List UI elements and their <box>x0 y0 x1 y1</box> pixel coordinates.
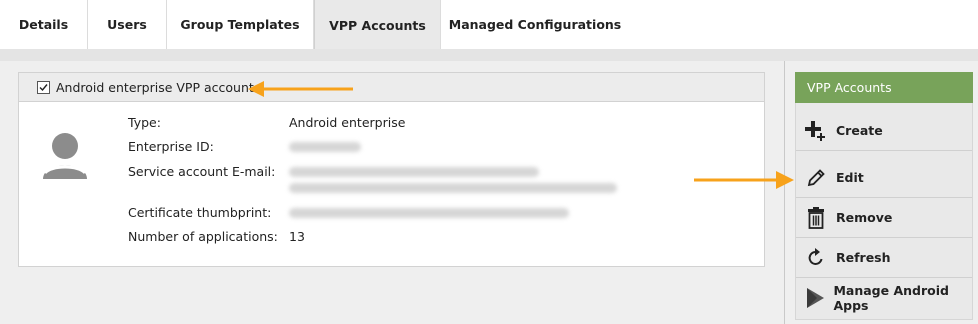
number-of-applications-value: 13 <box>289 229 305 244</box>
number-of-applications-label: Number of applications: <box>128 229 278 244</box>
plus-icon <box>804 119 828 143</box>
refresh-icon <box>804 246 828 270</box>
tab-group-templates[interactable]: Group Templates <box>167 0 314 49</box>
refresh-label: Refresh <box>836 250 891 265</box>
tab-users[interactable]: Users <box>88 0 167 49</box>
tab-users-label: Users <box>107 17 147 32</box>
type-value: Android enterprise <box>289 115 406 130</box>
tab-strip <box>0 49 978 61</box>
trash-icon <box>804 206 828 230</box>
certificate-thumbprint-label: Certificate thumbprint: <box>128 205 272 220</box>
tab-details-label: Details <box>18 17 69 32</box>
tab-group-templates-label: Group Templates <box>180 17 300 32</box>
service-email-value-redacted-line2 <box>289 183 617 193</box>
sidebar-header: VPP Accounts <box>795 72 973 103</box>
annotation-arrow-right-icon <box>694 171 794 189</box>
enterprise-id-label: Enterprise ID: <box>128 139 214 154</box>
vpp-account-title: Android enterprise VPP account <box>56 79 254 95</box>
sidebar-actions: Create Edit Remove Refresh Manage Androi… <box>795 103 973 320</box>
sidebar-title: VPP Accounts <box>807 80 892 95</box>
tab-details[interactable]: Details <box>0 0 88 49</box>
tab-vpp-accounts-label: VPP Accounts <box>329 17 426 33</box>
tab-managed-configurations-label: Managed Configurations <box>448 17 622 32</box>
remove-button[interactable]: Remove <box>796 198 972 238</box>
refresh-button[interactable]: Refresh <box>796 238 972 278</box>
pencil-icon <box>804 166 828 190</box>
create-button[interactable]: Create <box>796 111 972 151</box>
tab-vpp-accounts[interactable]: VPP Accounts <box>314 0 441 50</box>
vpp-account-panel: Android enterprise VPP account Type: And… <box>18 72 765 267</box>
manage-android-apps-label: Manage Android Apps <box>833 283 949 313</box>
enterprise-id-value-redacted <box>289 142 361 152</box>
play-store-icon <box>804 286 825 310</box>
user-avatar-icon <box>43 133 87 179</box>
tab-managed-configurations[interactable]: Managed Configurations <box>441 0 629 49</box>
edit-button[interactable]: Edit <box>796 158 972 198</box>
remove-label: Remove <box>836 210 893 225</box>
certificate-thumbprint-value-redacted <box>289 208 569 218</box>
vpp-account-header: Android enterprise VPP account <box>19 73 764 102</box>
type-label: Type: <box>128 115 161 130</box>
vertical-divider <box>784 61 785 324</box>
annotation-arrow-left-icon <box>248 81 353 97</box>
manage-android-apps-button[interactable]: Manage Android Apps <box>796 278 972 318</box>
checkmark-icon <box>39 83 48 91</box>
create-label: Create <box>836 123 883 138</box>
tab-bar: Details Users Group Templates VPP Accoun… <box>0 0 978 50</box>
vpp-account-checkbox[interactable] <box>37 80 50 94</box>
service-email-label: Service account E-mail: <box>128 164 276 179</box>
service-email-value-redacted <box>289 167 539 177</box>
edit-label: Edit <box>836 170 864 185</box>
